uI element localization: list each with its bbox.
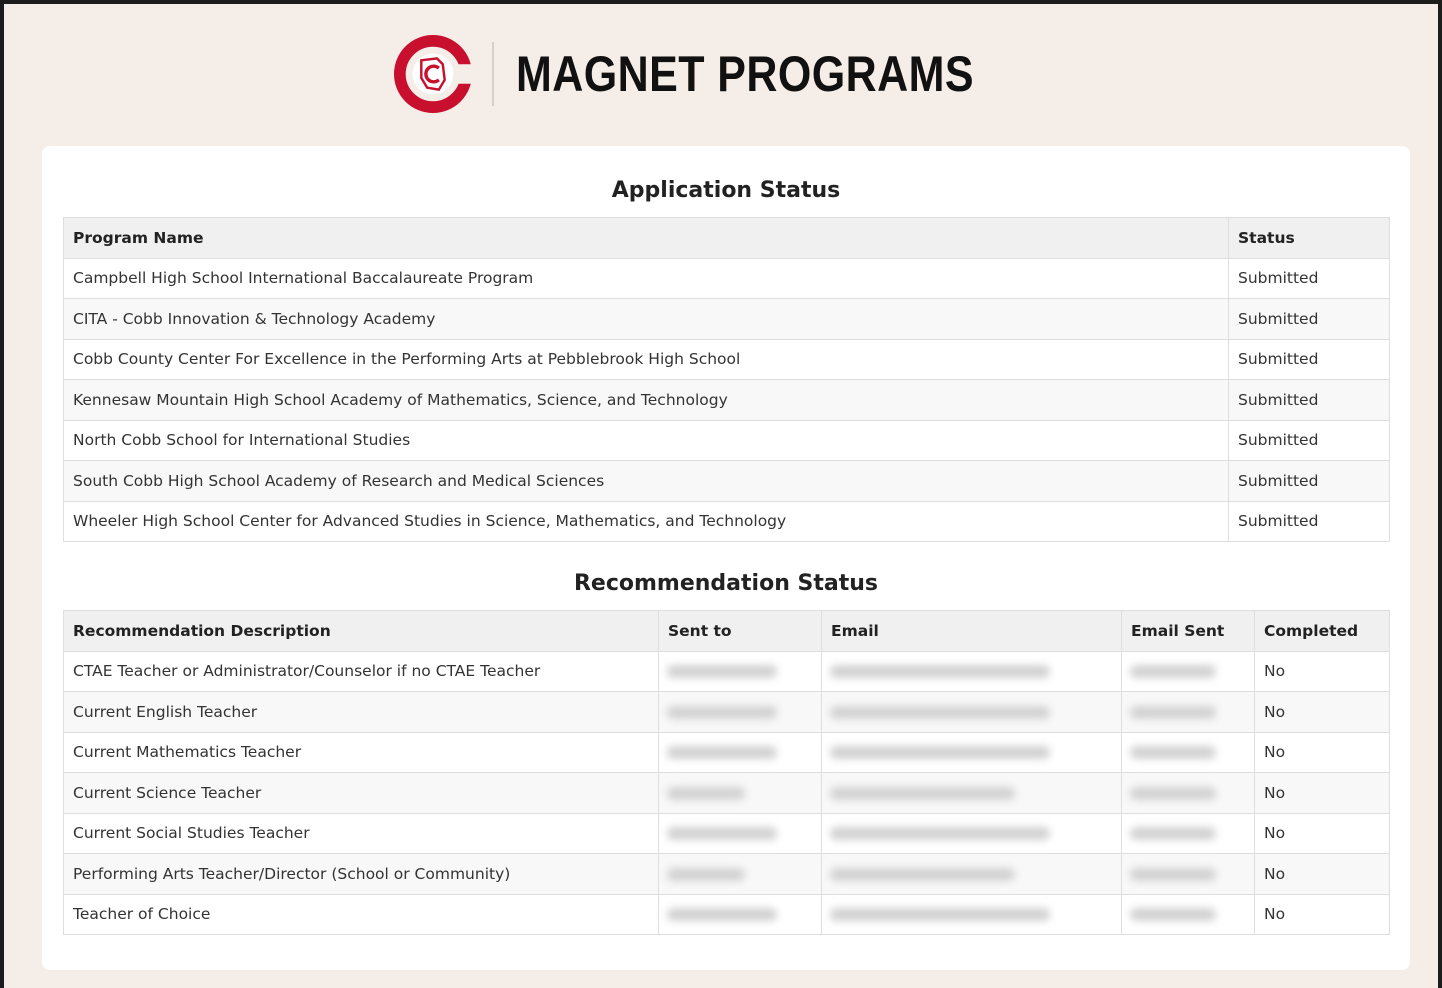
table-header-row: Program Name Status (63, 217, 1390, 259)
table-header-row: Recommendation Description Sent to Email… (63, 610, 1390, 652)
column-header-email-sent: Email Sent (1121, 610, 1255, 652)
recommendation-description: Teacher of Choice (63, 893, 659, 935)
application-status-table: Program Name Status Campbell High School… (63, 217, 1390, 542)
sent-to-redacted (658, 853, 822, 895)
completed-status: No (1254, 772, 1390, 814)
site-header: MAGNET PROGRAMS (4, 4, 1438, 144)
recommendation-description: Current Social Studies Teacher (63, 812, 659, 854)
application-status: Submitted (1228, 460, 1390, 502)
email-redacted (821, 893, 1122, 935)
sent-to-redacted (658, 650, 822, 692)
column-header-completed: Completed (1254, 610, 1390, 652)
email-sent-redacted (1121, 812, 1255, 854)
application-status: Submitted (1228, 298, 1390, 340)
recommendation-rows: CTAE Teacher or Administrator/Counselor … (63, 650, 1390, 935)
completed-status: No (1254, 853, 1390, 895)
column-header-description: Recommendation Description (63, 610, 659, 652)
application-status-title: Application Status (611, 178, 841, 203)
table-row: Cobb County Center For Excellence in the… (63, 338, 1390, 380)
recommendation-description: Current Mathematics Teacher (63, 731, 659, 773)
table-row: Current English Teacher No (63, 691, 1390, 733)
program-name: Kennesaw Mountain High School Academy of… (63, 379, 1229, 421)
column-header-status: Status (1228, 217, 1390, 259)
table-row: South Cobb High School Academy of Resear… (63, 460, 1390, 502)
email-sent-redacted (1121, 772, 1255, 814)
application-status: Submitted (1228, 419, 1390, 461)
sent-to-redacted (658, 691, 822, 733)
table-row: Teacher of Choice No (63, 893, 1390, 935)
table-row: Current Social Studies Teacher No (63, 812, 1390, 854)
application-status: Submitted (1228, 379, 1390, 421)
email-sent-redacted (1121, 650, 1255, 692)
completed-status: No (1254, 731, 1390, 773)
completed-status: No (1254, 650, 1390, 692)
email-redacted (821, 650, 1122, 692)
email-sent-redacted (1121, 853, 1255, 895)
email-redacted (821, 691, 1122, 733)
email-sent-redacted (1121, 731, 1255, 773)
email-redacted (821, 812, 1122, 854)
page-frame: MAGNET PROGRAMS Application Status Progr… (0, 0, 1442, 988)
table-row: CTAE Teacher or Administrator/Counselor … (63, 650, 1390, 692)
email-redacted (821, 853, 1122, 895)
recommendation-description: Performing Arts Teacher/Director (School… (63, 853, 659, 895)
application-status: Submitted (1228, 500, 1390, 542)
table-row: Campbell High School International Bacca… (63, 257, 1390, 299)
completed-status: No (1254, 691, 1390, 733)
table-row: Wheeler High School Center for Advanced … (63, 500, 1390, 542)
program-name: North Cobb School for International Stud… (63, 419, 1229, 461)
email-redacted (821, 772, 1122, 814)
table-row: Kennesaw Mountain High School Academy of… (63, 379, 1390, 421)
recommendation-status-table: Recommendation Description Sent to Email… (63, 610, 1390, 935)
email-redacted (821, 731, 1122, 773)
program-name: Campbell High School International Bacca… (63, 257, 1229, 299)
email-sent-redacted (1121, 691, 1255, 733)
sent-to-redacted (658, 893, 822, 935)
application-status: Submitted (1228, 338, 1390, 380)
sent-to-redacted (658, 772, 822, 814)
program-name: South Cobb High School Academy of Resear… (63, 460, 1229, 502)
column-header-program: Program Name (63, 217, 1229, 259)
table-row: Current Mathematics Teacher No (63, 731, 1390, 773)
completed-status: No (1254, 893, 1390, 935)
recommendation-description: Current Science Teacher (63, 772, 659, 814)
recommendation-status-title: Recommendation Status (573, 571, 878, 596)
sent-to-redacted (658, 812, 822, 854)
brand[interactable]: MAGNET PROGRAMS (393, 35, 1049, 113)
program-name: Wheeler High School Center for Advanced … (63, 500, 1229, 542)
cobb-county-c-logo-icon (393, 35, 472, 113)
table-row: North Cobb School for International Stud… (63, 419, 1390, 461)
completed-status: No (1254, 812, 1390, 854)
table-row: CITA - Cobb Innovation & Technology Acad… (63, 298, 1390, 340)
status-card: Application Status Program Name Status C… (42, 146, 1410, 970)
sent-to-redacted (658, 731, 822, 773)
header-divider (491, 42, 494, 106)
table-row: Current Science Teacher No (63, 772, 1390, 814)
recommendation-description: Current English Teacher (63, 691, 659, 733)
application-rows: Campbell High School International Bacca… (63, 257, 1390, 542)
column-header-email: Email (821, 610, 1122, 652)
recommendation-description: CTAE Teacher or Administrator/Counselor … (63, 650, 659, 692)
application-status: Submitted (1228, 257, 1390, 299)
brand-title: MAGNET PROGRAMS (515, 46, 974, 102)
column-header-sent-to: Sent to (658, 610, 822, 652)
email-sent-redacted (1121, 893, 1255, 935)
program-name: CITA - Cobb Innovation & Technology Acad… (63, 298, 1229, 340)
table-row: Performing Arts Teacher/Director (School… (63, 853, 1390, 895)
program-name: Cobb County Center For Excellence in the… (63, 338, 1229, 380)
